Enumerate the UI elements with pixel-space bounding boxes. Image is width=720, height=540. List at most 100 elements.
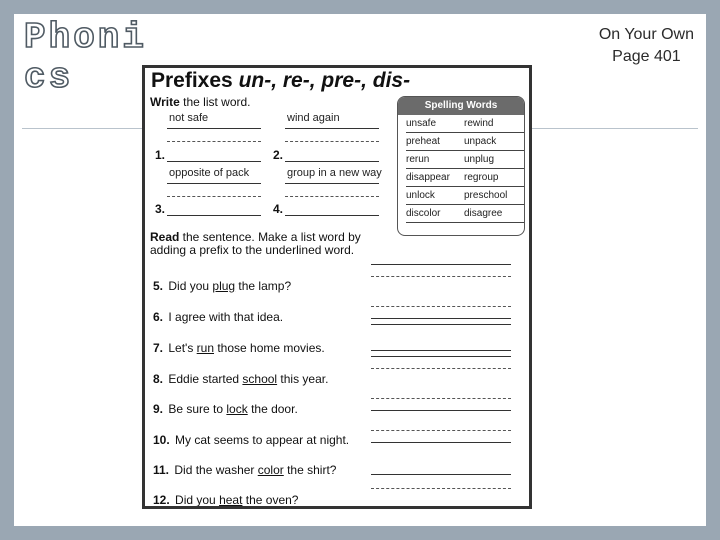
question-item: 9. Be sure to lock the door. [153,402,298,416]
question-text: Did you [175,493,220,507]
question-underlined-word: heat [219,493,243,507]
read-instruction-rest: the sentence. Make a list word by adding… [150,230,361,257]
worksheet-title-prefix: Prefixes [151,69,239,92]
answer-line [285,161,379,162]
spelling-word: unsafe [406,115,464,133]
question-number: 5. [153,279,164,293]
question-text: Did the washer [174,463,258,477]
spelling-word: preschool [464,187,524,205]
spelling-word: rewind [464,115,524,133]
answer-dash-line [167,141,261,142]
question-underlined-word: color [257,463,284,477]
answer-line [167,161,261,162]
spelling-word: unplug [464,151,524,169]
question-text: Let's [168,341,197,355]
read-instruction-bold: Read [150,230,180,244]
write-instruction-bold: Write [150,95,180,109]
spelling-word: unlock [406,187,464,205]
question-text-end: this year. [277,372,329,386]
question-number: 6. [153,310,164,324]
page-reference-line1: On Your Own [598,26,694,43]
clue-number: 3. [155,202,166,216]
answer-dash-line [371,276,511,277]
question-text-end: those home movies. [214,341,325,355]
question-item: 6. I agree with that idea. [153,310,283,324]
question-text: My cat seems to appear at night. [175,433,350,447]
question-item: 11. Did the washer color the shirt? [153,463,336,477]
answer-dash-line [371,368,511,369]
question-underlined-word: plug [212,279,236,293]
clue-line [167,128,261,129]
question-item: 10. My cat seems to appear at night. [153,433,349,447]
answer-dash-line [371,430,511,431]
answer-dash-line [167,196,261,197]
clue-number: 1. [155,148,166,162]
answer-line [371,318,511,319]
answer-dash-line [285,196,379,197]
question-number: 11. [153,463,170,477]
spelling-words-box: Spelling Words unsafe rewind preheat unp… [397,96,525,236]
write-instruction-rest: the list word. [179,95,251,109]
question-number: 12. [153,493,170,507]
clue-text: opposite of pack [169,167,250,179]
question-text-end: the shirt? [283,463,337,477]
answer-line [371,410,511,411]
answer-line [371,356,511,357]
question-text: I agree with that idea. [168,310,284,324]
answer-line [371,324,511,325]
spelling-word: disappear [406,169,464,187]
worksheet-title-list: un-, re-, pre-, dis- [238,69,411,92]
question-number: 8. [153,372,164,386]
spelling-words-grid: unsafe rewind preheat unpack rerun unplu… [398,115,524,223]
answer-dash-line [285,141,379,142]
answer-dash-line [371,398,511,399]
question-number: 7. [153,341,164,355]
spelling-word: regroup [464,169,524,187]
clue-text: not safe [169,112,209,124]
question-underlined-word: school [242,372,278,386]
question-item: 12. Did you heat the oven? [153,493,299,507]
question-number: 10. [153,433,170,447]
question-number: 9. [153,402,164,416]
answer-dash-line [371,488,511,489]
clue-text: group in a new way [287,167,382,179]
answer-line [371,442,511,443]
slide-title: Phonics [23,17,148,99]
answer-line [371,264,511,265]
question-item: 7. Let's run those home movies. [153,341,325,355]
question-text-end: the oven? [242,493,299,507]
answer-line [371,350,511,351]
clue-number: 4. [273,202,284,216]
spelling-word: disagree [464,205,524,223]
worksheet-image: Prefixes un-, re-, pre-, dis- Write the … [142,65,532,509]
clue-text: wind again [287,112,340,124]
spelling-word: discolor [406,205,464,223]
clue-number: 2. [273,148,284,162]
question-item: 5. Did you plug the lamp? [153,279,291,293]
question-text: Be sure to [168,402,227,416]
spelling-word: unpack [464,133,524,151]
spelling-word: rerun [406,151,464,169]
answer-dash-line [371,306,511,307]
page-reference: On Your Own Page 401 [599,24,694,68]
question-text: Did you [168,279,213,293]
read-instruction: Read the sentence. Make a list word by a… [150,231,380,257]
question-item: 8. Eddie started school this year. [153,372,328,386]
write-instruction: Write the list word. [150,95,251,109]
question-underlined-word: run [196,341,215,355]
worksheet-title: Prefixes un-, re-, pre-, dis- [151,69,410,93]
clue-line [167,183,261,184]
answer-line [285,215,379,216]
spelling-word: preheat [406,133,464,151]
question-text: Eddie started [168,372,243,386]
slide: Phonics On Your Own Page 401 Prefixes un… [14,14,706,526]
clue-line [285,183,379,184]
answer-line [167,215,261,216]
answer-line [371,474,511,475]
question-text-end: the door. [247,402,298,416]
clue-line [285,128,379,129]
page-reference-line2: Page 401 [612,48,681,65]
question-underlined-word: lock [226,402,248,416]
spelling-words-heading: Spelling Words [398,97,524,115]
question-text-end: the lamp? [235,279,292,293]
